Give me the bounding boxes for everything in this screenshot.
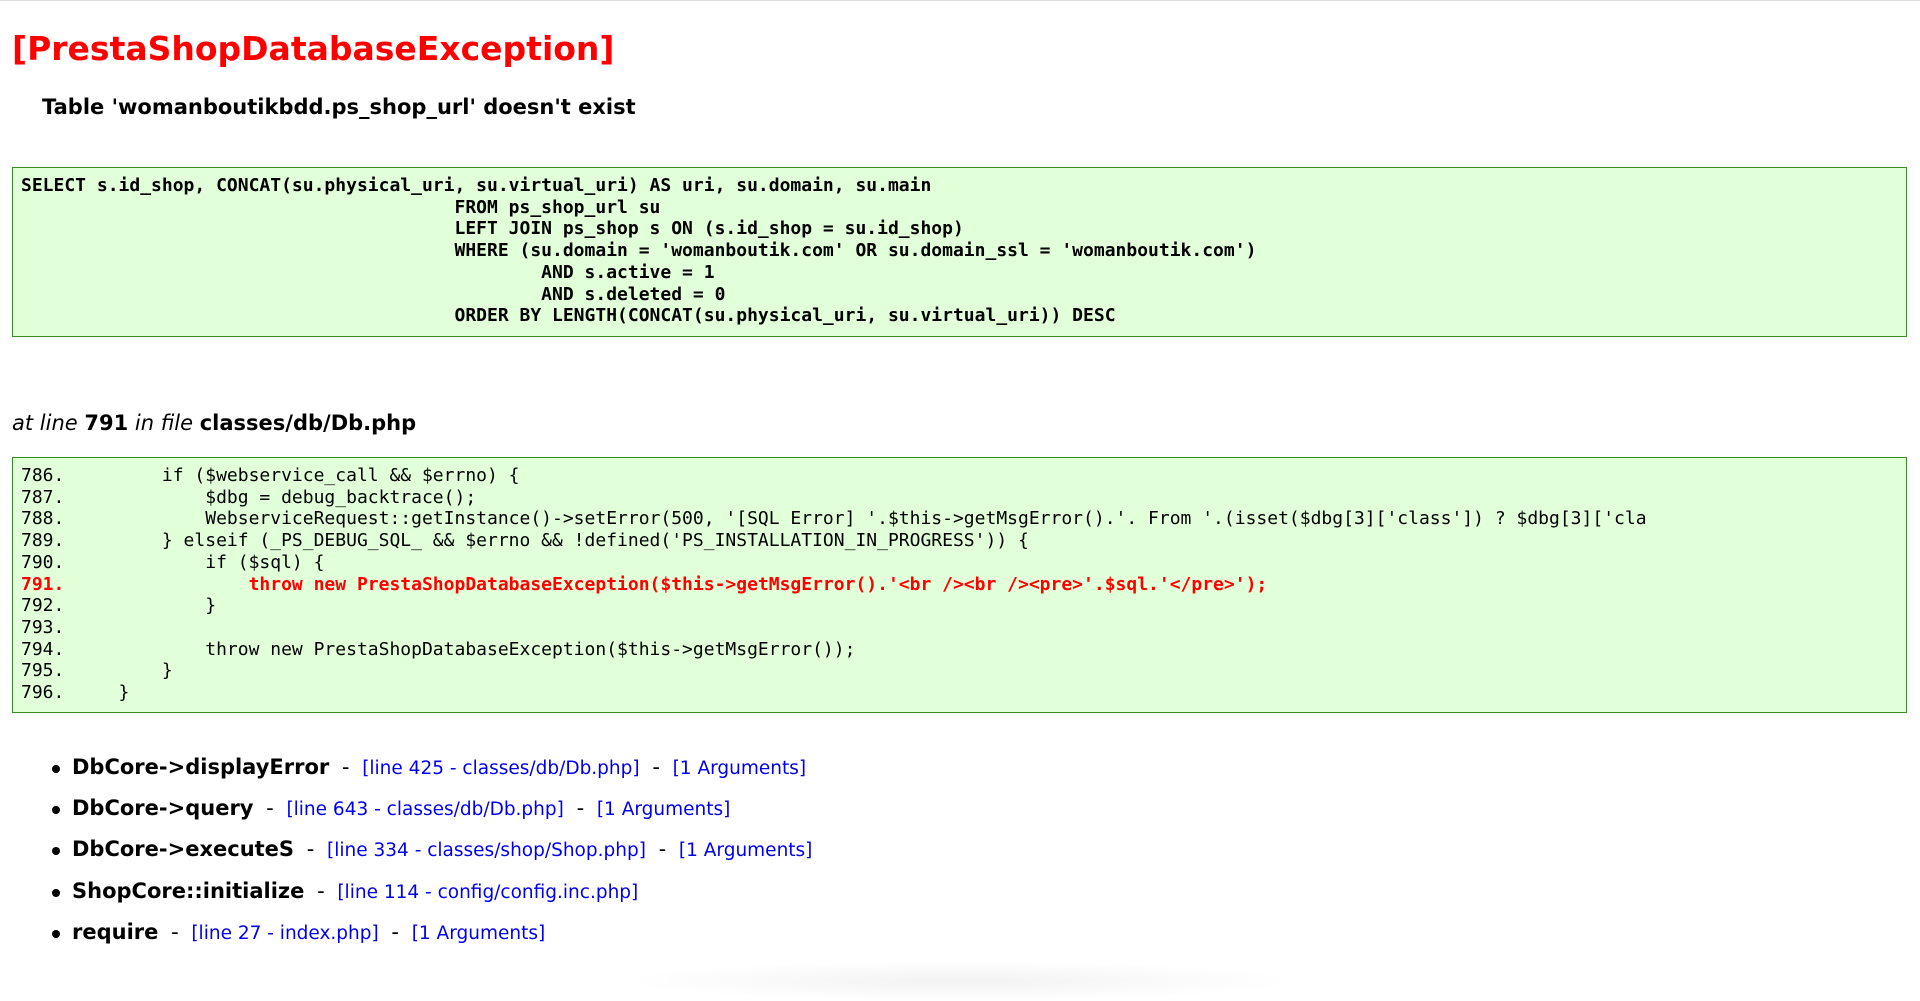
trace-function: require (72, 919, 159, 944)
source-line: 794. throw new PrestaShopDatabaseExcepti… (21, 638, 856, 660)
trace-separator: - (266, 796, 274, 821)
trace-separator: - (658, 837, 667, 862)
trace-function: DbCore->displayError (72, 755, 330, 779)
trace-line-link[interactable]: [line 425 - classes/db/Db.php] (362, 758, 639, 779)
source-line: 788. WebserviceRequest::getInstance()->s… (21, 508, 1647, 530)
stack-trace-item: require - [line 27 - index.php] - [1 Arg… (0, 918, 812, 959)
source-line: 795. } (21, 660, 173, 682)
source-line: 792. } (21, 595, 217, 617)
stack-trace-list: DbCore->displayError - [line 425 - class… (0, 753, 812, 959)
trace-separator: - (576, 796, 585, 821)
bullet-icon (52, 929, 60, 938)
bottom-shadow (620, 961, 1300, 1001)
source-line: 790. if ($sql) { (21, 551, 325, 573)
sql-query-box: SELECT s.id_shop, CONCAT(su.physical_uri… (12, 167, 1907, 337)
location-prefix: at line (12, 411, 78, 435)
trace-function: DbCore->executeS (72, 837, 295, 862)
source-line: 796. } (21, 682, 130, 704)
bullet-icon (52, 888, 60, 897)
trace-separator: - (171, 919, 179, 944)
source-line-highlighted: 791. throw new PrestaShopDatabaseExcepti… (21, 573, 1268, 595)
location-line: 791 (84, 411, 129, 435)
trace-arguments-link[interactable]: [1 Arguments] (412, 923, 546, 944)
sql-line: LEFT JOIN ps_shop s ON (s.id_shop = su.i… (21, 218, 964, 240)
trace-separator: - (652, 755, 660, 779)
trace-line-link[interactable]: [line 27 - index.php] (191, 923, 378, 944)
trace-function: ShopCore::initialize (72, 878, 305, 903)
trace-separator: - (391, 919, 399, 944)
source-line: 787. $dbg = debug_backtrace(); (21, 486, 477, 508)
stack-trace-item: DbCore->query - [line 643 - classes/db/D… (0, 794, 812, 835)
exception-message: Table 'womanboutikbdd.ps_shop_url' doesn… (42, 95, 636, 119)
trace-arguments-link[interactable]: [1 Arguments] (597, 799, 731, 820)
sql-line: SELECT s.id_shop, CONCAT(su.physical_uri… (21, 175, 932, 196)
stack-trace-item: DbCore->executeS - [line 334 - classes/s… (0, 835, 812, 876)
error-location: at line 791 in file classes/db/Db.php (12, 409, 416, 437)
exception-title: [PrestaShopDatabaseException] (12, 29, 615, 68)
trace-separator: - (341, 755, 350, 779)
source-code-box: 786. if ($webservice_call && $errno) { 7… (12, 457, 1907, 713)
sql-query: SELECT s.id_shop, CONCAT(su.physical_uri… (21, 175, 1906, 327)
location-file: classes/db/Db.php (199, 411, 417, 435)
trace-line-link[interactable]: [line 114 - config/config.inc.php] (337, 882, 638, 903)
sql-line: AND s.active = 1 (21, 261, 715, 283)
trace-separator: - (306, 837, 315, 862)
sql-line: AND s.deleted = 0 (21, 283, 726, 305)
sql-line: ORDER BY LENGTH(CONCAT(su.physical_uri, … (21, 305, 1116, 327)
location-middle: in file (134, 411, 194, 435)
source-line: 786. if ($webservice_call && $errno) { (21, 465, 520, 486)
bullet-icon (52, 847, 60, 856)
trace-function: DbCore->query (72, 796, 254, 821)
source-line: 793. (21, 616, 65, 638)
sql-line: WHERE (su.domain = 'womanboutik.com' OR … (21, 240, 1257, 262)
bullet-icon (52, 806, 60, 815)
stack-trace-item: DbCore->displayError - [line 425 - class… (0, 753, 812, 794)
source-line: 789. } elseif (_PS_DEBUG_SQL_ && $errno … (21, 530, 1029, 552)
trace-line-link[interactable]: [line 643 - classes/db/Db.php] (286, 799, 563, 820)
trace-arguments-link[interactable]: [1 Arguments] (679, 840, 813, 861)
trace-separator: - (317, 878, 325, 903)
stack-trace-item: ShopCore::initialize - [line 114 - confi… (0, 877, 812, 918)
sql-line: FROM ps_shop_url su (21, 196, 661, 218)
trace-line-link[interactable]: [line 334 - classes/shop/Shop.php] (327, 840, 646, 861)
bullet-icon (52, 765, 60, 773)
trace-arguments-link[interactable]: [1 Arguments] (673, 758, 807, 779)
